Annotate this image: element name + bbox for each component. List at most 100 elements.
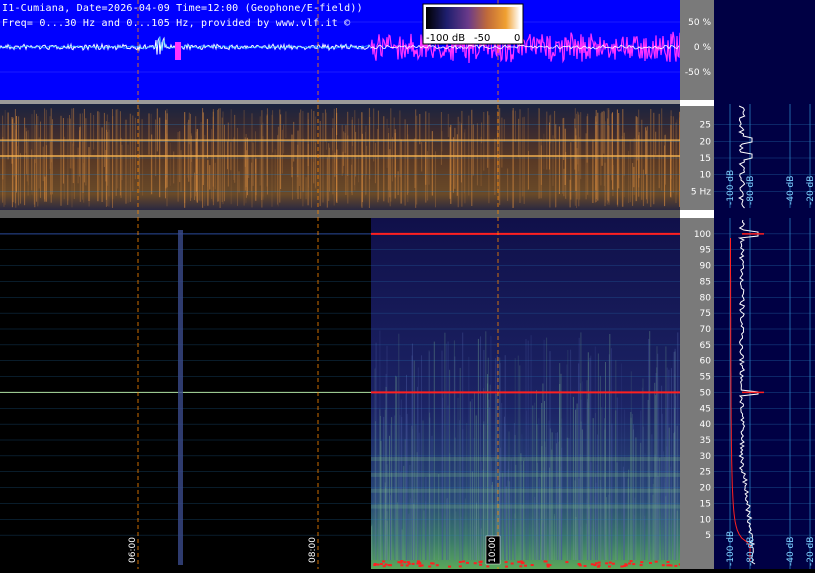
spectrogram-high-streak xyxy=(541,446,543,560)
spectrogram-high-streak xyxy=(568,438,570,560)
spectrogram-high-streak xyxy=(378,503,380,560)
spectrogram-low-streak xyxy=(407,134,409,203)
high-freq-axis-label: 25 xyxy=(700,468,711,478)
panel-divider-2 xyxy=(0,210,680,218)
spectrogram-low-streak xyxy=(629,139,631,203)
spectrogram-high-hotspot xyxy=(524,564,527,567)
spectrogram-low-streak xyxy=(85,118,87,186)
spectrogram-high-streak xyxy=(373,489,375,560)
spectrogram-low-streak xyxy=(447,113,449,138)
spectrogram-high-hotspot xyxy=(596,565,600,568)
spectrogram-low-streak xyxy=(628,150,630,203)
spectrogram-low-streak xyxy=(604,162,606,207)
spectrogram-high-hotspot xyxy=(387,564,391,567)
spectrogram-low-streak xyxy=(227,122,229,187)
spectrogram-high-hotspot xyxy=(428,565,432,568)
spectrogram-low-streak xyxy=(354,110,356,191)
spectrogram-high-hotspot xyxy=(649,562,652,564)
spectrogram-low-streak xyxy=(336,112,338,135)
spectrum-panel-bg xyxy=(714,0,815,569)
spectrogram-high-streak xyxy=(375,342,377,560)
spectrogram-high-streak xyxy=(525,528,527,560)
spectrogram-low-streak xyxy=(300,109,302,199)
spectrogram-high-streak xyxy=(519,365,521,560)
spectrogram-low-streak xyxy=(655,131,657,155)
high-freq-axis-label: 60 xyxy=(700,357,712,367)
spectrogram-low-streak xyxy=(156,108,158,152)
low-freq-axis-label: 15 xyxy=(700,154,711,164)
spectrogram-high-hotspot xyxy=(608,565,611,568)
spectrogram-high-hotspot xyxy=(478,561,482,564)
high-freq-axis-label: 45 xyxy=(700,404,711,414)
spectrogram-low-streak xyxy=(633,166,635,188)
spectrogram-low-streak xyxy=(450,139,452,185)
spectrogram-low-streak xyxy=(187,122,189,178)
high-freq-axis-label: 100 xyxy=(694,230,711,240)
spectrogram-low-streak xyxy=(7,112,9,160)
high-freq-axis-label: 10 xyxy=(700,515,712,525)
spectrogram-low-streak xyxy=(20,153,21,204)
spectrogram-low-streak xyxy=(16,146,18,175)
spectrogram-low-streak xyxy=(635,116,637,202)
spectrogram-high-streak xyxy=(657,353,659,560)
spectrogram-low-streak xyxy=(188,119,190,182)
high-freq-axis-label: 20 xyxy=(700,484,712,494)
spectrogram-low-streak xyxy=(621,136,623,207)
spectrogram-low-streak xyxy=(347,135,349,204)
spectrogram-low-streak xyxy=(25,131,27,175)
spectrogram-low-streak xyxy=(601,111,603,166)
colorbar-gradient xyxy=(426,7,520,29)
spectrogram-high-streak xyxy=(403,465,405,560)
spectrogram-low-streak xyxy=(42,146,44,182)
spectrogram-high-streak xyxy=(413,503,415,560)
spectrogram-low-streak xyxy=(93,115,95,150)
spectrogram-low-streak xyxy=(460,123,462,183)
spectrogram-low-streak xyxy=(69,115,70,140)
spectrogram-high-band xyxy=(371,488,680,493)
spectrogram-high-streak xyxy=(477,338,479,560)
spectrogram-low-streak xyxy=(34,159,36,208)
spectrogram-low-streak xyxy=(302,111,304,207)
spectrogram-high-streak xyxy=(596,464,598,560)
spectrogram-low-streak xyxy=(298,112,300,186)
spectrogram-high-hotspot xyxy=(674,564,678,567)
low-freq-axis-label: 20 xyxy=(700,137,712,147)
spectrogram-high-streak xyxy=(544,401,545,560)
spectrogram-low-streak xyxy=(383,116,385,202)
spectrogram-low-streak xyxy=(618,113,620,189)
spectrogram-low-streak xyxy=(262,122,264,197)
vlf-monitor-display: 06:00 08:00 10:00 50 % 0 % -50 % 25 20 15 10 5 Hz… xyxy=(0,0,815,569)
spectrum-low-db-label: -20 dB xyxy=(806,176,815,205)
spectrogram-low-streak xyxy=(653,112,655,205)
high-freq-axis-label: 80 xyxy=(700,293,712,303)
spectrogram-high-streak xyxy=(455,511,457,560)
panel-divider xyxy=(0,100,680,104)
spectrogram-high-burst xyxy=(178,230,183,565)
spectrogram-high-hotspot xyxy=(400,560,404,562)
spectrogram-high-hotspot xyxy=(520,560,524,563)
spectrogram-low-streak xyxy=(319,121,321,207)
spectrogram-low-streak xyxy=(27,155,29,186)
spectrogram-high-streak xyxy=(384,409,386,560)
spectrogram-low-streak xyxy=(112,109,113,208)
spectrogram-low-streak xyxy=(578,114,580,207)
high-freq-axis-label: 85 xyxy=(700,277,711,287)
spectrogram-high-streak xyxy=(385,373,387,560)
spectrogram-low-streak xyxy=(259,116,261,186)
spectrogram-low-streak xyxy=(305,177,307,200)
spectrogram-low-streak xyxy=(224,124,225,202)
spectrogram-low-streak xyxy=(18,116,20,206)
spectrogram-high-hotspot xyxy=(405,564,409,567)
spectrogram-high-streak xyxy=(599,375,601,560)
spectrogram-low-streak xyxy=(612,159,614,197)
spectrogram-low-streak xyxy=(641,119,643,200)
spectrogram-high-streak xyxy=(575,410,576,560)
spectrogram-low-streak xyxy=(166,108,168,207)
waveform-axis-label: 0 % xyxy=(694,43,712,53)
spectrogram-low-streak xyxy=(326,157,328,208)
spectrum-high-db-label: -20 dB xyxy=(806,537,815,566)
spectrogram-low-streak xyxy=(488,115,490,204)
spectrogram-high-streak xyxy=(549,351,551,560)
spectrogram-low-streak xyxy=(40,121,41,198)
spectrogram-high-streak xyxy=(472,471,473,560)
